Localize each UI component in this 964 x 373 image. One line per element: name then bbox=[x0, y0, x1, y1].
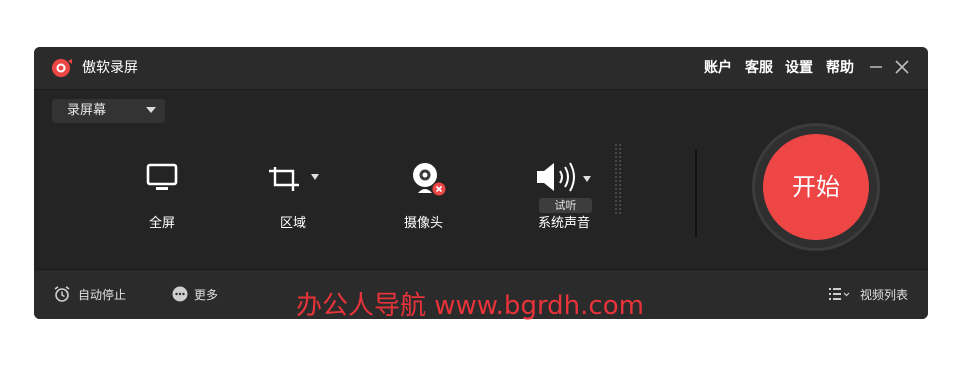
region-label: 区域 bbox=[280, 216, 307, 231]
menu-settings[interactable]: 设置 bbox=[785, 59, 813, 77]
title-bar: 傲软录屏 账户 客服 设置 帮助 bbox=[34, 47, 928, 90]
monitor-icon bbox=[146, 163, 178, 190]
minimize-icon[interactable] bbox=[867, 58, 885, 76]
video-list-button[interactable]: 视频列表 bbox=[860, 287, 908, 303]
close-icon[interactable] bbox=[893, 58, 911, 76]
fullscreen-label: 全屏 bbox=[149, 216, 176, 231]
region-chevron-icon bbox=[311, 174, 319, 180]
menu-help[interactable]: 帮助 bbox=[826, 59, 854, 77]
app-title: 傲软录屏 bbox=[82, 60, 138, 76]
auto-stop-button[interactable]: 自动停止 bbox=[78, 287, 126, 303]
watermark-text: 办公人导航 www.bgrdh.com bbox=[296, 291, 644, 321]
more-button[interactable]: 更多 bbox=[194, 287, 218, 303]
list-icon[interactable] bbox=[828, 286, 852, 302]
start-label: 开始 bbox=[792, 173, 840, 201]
record-logo-icon bbox=[52, 59, 72, 77]
record-mode-value: 录屏幕 bbox=[67, 103, 107, 118]
listen-test-button[interactable]: 试听 bbox=[539, 198, 592, 213]
record-mode-select[interactable]: 录屏幕 bbox=[52, 99, 165, 123]
fullscreen-button[interactable] bbox=[144, 157, 182, 197]
speaker-icon bbox=[537, 162, 575, 192]
webcam-button[interactable] bbox=[407, 157, 449, 201]
volume-meter bbox=[614, 143, 622, 215]
more-icon[interactable] bbox=[172, 286, 188, 302]
system-sound-button[interactable] bbox=[534, 157, 596, 197]
system-sound-label: 系统声音 bbox=[538, 216, 591, 231]
app-window: 傲软录屏 账户 客服 设置 帮助 录屏幕 全屏 区域 摄像头 试听 系统声音 开… bbox=[34, 47, 928, 319]
webcam-label: 摄像头 bbox=[404, 216, 444, 231]
start-record-button[interactable]: 开始 bbox=[763, 134, 869, 240]
divider bbox=[695, 150, 697, 238]
crop-icon bbox=[269, 167, 299, 191]
webcam-icon bbox=[413, 163, 446, 196]
chevron-down-icon bbox=[146, 107, 156, 113]
system-sound-chevron-icon bbox=[583, 176, 591, 182]
alarm-clock-icon[interactable] bbox=[53, 285, 71, 303]
region-button[interactable] bbox=[265, 157, 325, 197]
menu-account[interactable]: 账户 bbox=[704, 59, 732, 77]
menu-support[interactable]: 客服 bbox=[745, 59, 773, 77]
